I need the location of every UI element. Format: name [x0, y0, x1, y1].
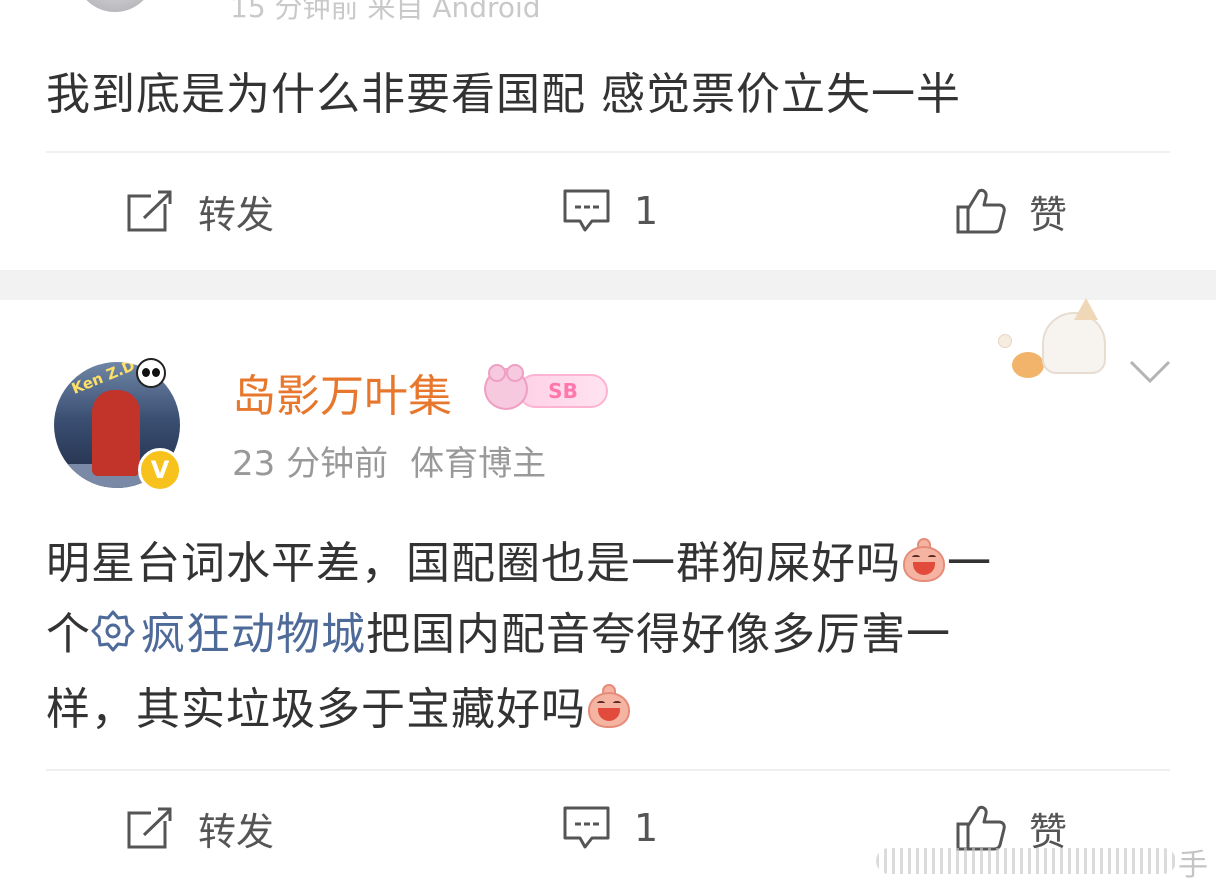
watermark-char: 手 — [1178, 848, 1208, 883]
chevron-down-icon[interactable] — [1128, 358, 1172, 390]
member-badge-label: SB — [518, 374, 608, 408]
comment-icon — [562, 187, 612, 235]
watermark — [876, 848, 1176, 874]
post-text: 明星台词水平差，国配圈也是一群狗屎好吗一 个疯狂动物城把国内配音夸得好像多厉害一… — [46, 528, 1170, 745]
share-icon — [126, 805, 176, 851]
comment-count: 1 — [634, 189, 659, 233]
pumpkin-icon — [1012, 352, 1044, 378]
username[interactable]: 岛影万叶集 — [232, 360, 452, 424]
action-bar: 转发 1 赞 — [0, 171, 1216, 251]
text-line: 个疯狂动物城把国内配音夸得好像多厉害一 — [46, 599, 1170, 674]
comment-button[interactable]: 1 — [562, 171, 658, 251]
repost-label: 转发 — [198, 192, 275, 237]
card-separator — [0, 270, 1216, 300]
laughing-emoji-icon — [901, 538, 947, 584]
panda-sticker-icon — [136, 358, 166, 388]
weibo-feed: 15 分钟前 来自 Android 我到底是为什么非要看国配 感觉票价立失一半 … — [0, 0, 1216, 889]
topic-icon — [91, 603, 135, 674]
post-meta: 23 分钟前 体育博主 — [232, 436, 546, 485]
bear-icon — [484, 364, 528, 410]
thumbs-up-icon — [955, 804, 1007, 852]
ghost-icon — [1042, 312, 1106, 374]
post-time: 23 分钟前 — [232, 444, 389, 484]
repost-label: 转发 — [198, 809, 275, 854]
card-decoration — [990, 298, 1140, 384]
topic-link[interactable]: 疯狂动物城 — [91, 609, 366, 660]
member-badge[interactable]: SB — [484, 364, 610, 414]
post-text: 我到底是为什么非要看国配 感觉票价立失一半 — [46, 69, 961, 120]
comment-button[interactable]: 1 — [562, 788, 658, 868]
post-source: 体育博主 — [410, 444, 547, 484]
share-icon — [126, 188, 176, 234]
like-button[interactable]: 赞 — [955, 171, 1067, 251]
comment-icon — [562, 804, 612, 852]
divider — [46, 151, 1170, 153]
comment-count: 1 — [634, 806, 659, 850]
text-line: 样，其实垃圾多于宝藏好吗 — [46, 674, 1170, 745]
like-label: 赞 — [1029, 192, 1068, 237]
repost-button[interactable]: 转发 — [126, 788, 274, 868]
post-card: Ken Z.D V 岛影万叶集 SB 23 分钟前 体育博主 明星台词水平差，国配… — [0, 298, 1216, 889]
avatar[interactable] — [75, 0, 155, 12]
repost-button[interactable]: 转发 — [126, 171, 274, 251]
text-line: 明星台词水平差，国配圈也是一群狗屎好吗一 — [46, 538, 992, 589]
laughing-emoji-icon — [586, 684, 632, 730]
verified-badge-icon: V — [138, 448, 182, 492]
post-meta: 15 分钟前 来自 Android — [230, 0, 541, 24]
post-card: 15 分钟前 来自 Android 我到底是为什么非要看国配 感觉票价立失一半 … — [0, 0, 1216, 270]
divider — [46, 769, 1170, 771]
thumbs-up-icon — [955, 187, 1007, 235]
